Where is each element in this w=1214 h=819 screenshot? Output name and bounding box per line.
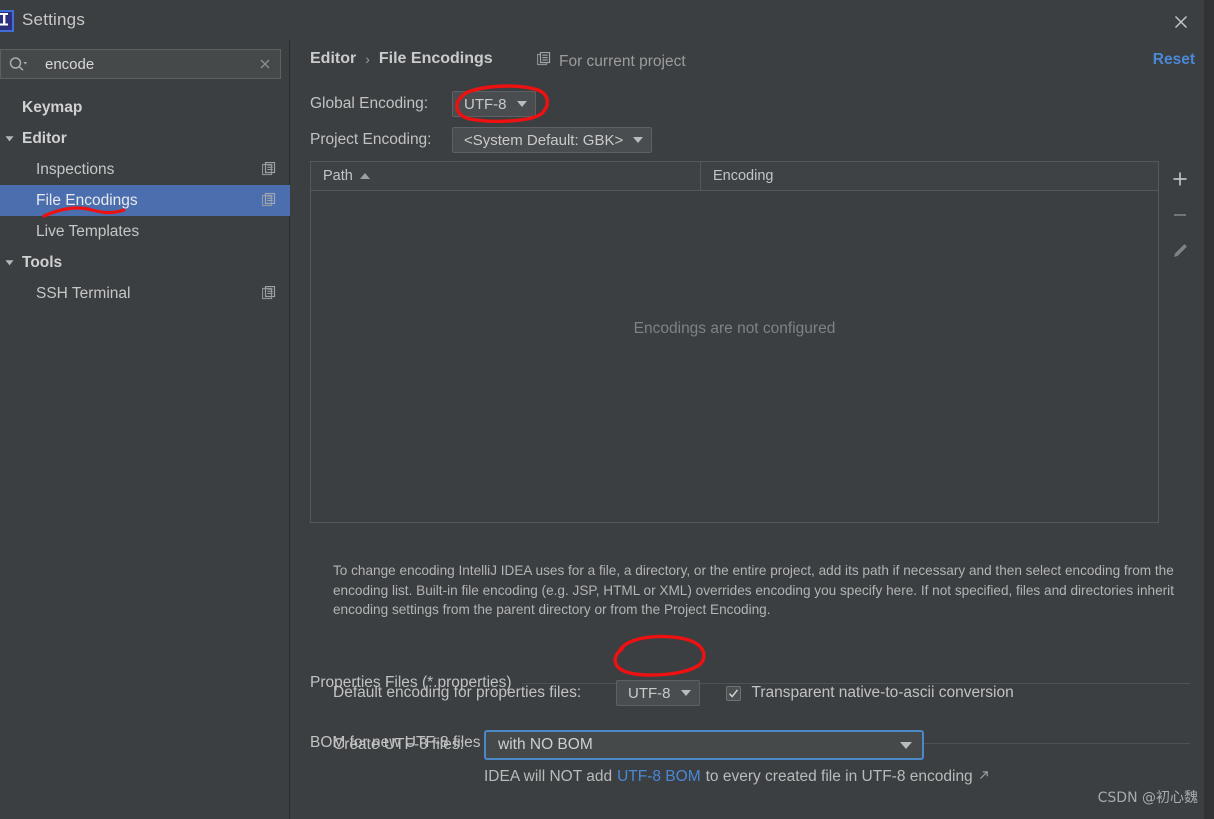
intellij-idea-icon <box>0 10 18 32</box>
search-icon[interactable] <box>1 50 35 78</box>
sidebar-item-label: Keymap <box>22 98 83 116</box>
breadcrumb-current: File Encodings <box>378 50 493 67</box>
column-header-path-label: Path <box>323 168 353 184</box>
sidebar-item-label: Inspections <box>36 160 115 178</box>
table-toolbar <box>1160 161 1200 269</box>
bom-note-link[interactable]: UTF-8 BOM <box>617 768 701 786</box>
settings-content-panel: Editor › File Encodings For current proj… <box>291 40 1214 819</box>
sort-ascending-icon <box>359 173 370 179</box>
column-header-encoding[interactable]: Encoding <box>701 162 1158 190</box>
close-icon[interactable] <box>1170 11 1192 33</box>
global-encoding-row: Global Encoding: UTF-8 <box>310 91 536 117</box>
search-field[interactable] <box>0 49 281 79</box>
project-encoding-row: Project Encoding: <System Default: GBK> <box>310 127 653 153</box>
sidebar-item-ssh-terminal[interactable]: SSH Terminal <box>0 278 290 309</box>
bom-note-prefix: IDEA will NOT add <box>484 768 613 785</box>
encodings-table: Path Encoding Encodings are not configur… <box>310 161 1159 523</box>
sidebar-item-label: File Encodings <box>36 191 138 209</box>
properties-encoding-combobox[interactable]: UTF-8 <box>616 680 700 706</box>
sidebar-item-editor[interactable]: Editor <box>0 123 290 154</box>
project-scope-icon <box>261 161 278 178</box>
breadcrumb-separator: › <box>365 51 370 67</box>
project-encoding-value: <System Default: GBK> <box>464 131 624 149</box>
bom-note: IDEA will NOT add UTF-8 BOM to every cre… <box>484 768 990 786</box>
add-button[interactable] <box>1160 161 1200 197</box>
transparent-conversion-label: Transparent native-to-ascii conversion <box>751 684 1014 701</box>
global-encoding-value: UTF-8 <box>464 95 507 113</box>
window-title: Settings <box>22 10 86 29</box>
project-scope-icon <box>261 192 278 209</box>
window-right-gutter <box>1204 0 1214 819</box>
properties-default-encoding-row: Default encoding for properties files: U… <box>333 680 1014 706</box>
for-current-project-text: For current project <box>559 53 686 70</box>
create-utf8-files-row: Create UTF-8 files: with NO BOM <box>333 730 924 760</box>
watermark: CSDN @初心魏 <box>1097 790 1198 806</box>
sidebar-item-tools[interactable]: Tools <box>0 247 290 278</box>
remove-button[interactable] <box>1160 197 1200 233</box>
for-current-project-label: For current project <box>536 51 686 72</box>
chevron-down-icon <box>633 137 644 143</box>
create-utf8-files-label: Create UTF-8 files: <box>333 736 464 753</box>
settings-tree: Keymap Editor Inspections File Encodings Liv… <box>0 92 290 309</box>
chevron-down-icon[interactable] <box>0 133 18 144</box>
table-body[interactable]: Encodings are not configured <box>311 191 1158 522</box>
sidebar-item-label: Live Templates <box>36 222 140 240</box>
transparent-conversion-checkbox[interactable] <box>725 685 741 701</box>
settings-dialog: Settings KeymapEditorInspe <box>0 0 1214 819</box>
project-scope-icon <box>536 51 552 72</box>
search-input[interactable] <box>35 55 250 73</box>
chevron-down-icon <box>900 741 912 749</box>
bom-note-suffix: to every created file in UTF-8 encoding <box>705 768 973 785</box>
breadcrumb-parent[interactable]: Editor <box>310 50 356 68</box>
chevron-down-icon[interactable] <box>0 257 18 268</box>
clear-icon[interactable] <box>250 50 280 78</box>
create-utf8-files-value: with NO BOM <box>498 736 593 753</box>
reset-link[interactable]: Reset <box>1153 51 1195 69</box>
title-bar: Settings <box>0 0 1214 40</box>
sidebar-item-label: Editor <box>22 129 67 147</box>
table-empty-message: Encodings are not configured <box>633 320 836 337</box>
help-text: To change encoding IntelliJ IDEA uses fo… <box>333 563 1174 617</box>
transparent-conversion-checkbox-row[interactable]: Transparent native-to-ascii conversion <box>725 684 1014 702</box>
sidebar-item-keymap[interactable]: Keymap <box>0 92 290 123</box>
chevron-down-icon <box>680 690 691 696</box>
properties-default-encoding-label: Default encoding for properties files: <box>333 684 582 701</box>
external-link-icon[interactable] <box>978 768 990 786</box>
sidebar-item-live-templates[interactable]: Live Templates <box>0 216 290 247</box>
project-encoding-combobox[interactable]: <System Default: GBK> <box>452 127 653 153</box>
sidebar-item-label: Tools <box>22 253 63 271</box>
column-header-encoding-label: Encoding <box>713 168 774 184</box>
sidebar-item-file-encodings[interactable]: File Encodings <box>0 185 290 216</box>
chevron-down-icon <box>516 101 527 107</box>
create-utf8-files-combobox[interactable]: with NO BOM <box>484 730 924 760</box>
project-encoding-label: Project Encoding: <box>310 131 432 148</box>
settings-sidebar: Keymap Editor Inspections File Encodings Liv… <box>0 40 290 819</box>
column-header-path[interactable]: Path <box>311 162 701 190</box>
properties-encoding-value: UTF-8 <box>628 684 671 702</box>
table-header-row: Path Encoding <box>311 162 1158 191</box>
sidebar-item-label: SSH Terminal <box>36 284 131 302</box>
breadcrumb: Editor › File Encodings <box>310 50 493 68</box>
global-encoding-label: Global Encoding: <box>310 95 429 112</box>
project-scope-icon <box>261 285 278 302</box>
edit-button[interactable] <box>1160 233 1200 269</box>
sidebar-item-inspections[interactable]: Inspections <box>0 154 290 185</box>
global-encoding-combobox[interactable]: UTF-8 <box>452 91 536 117</box>
